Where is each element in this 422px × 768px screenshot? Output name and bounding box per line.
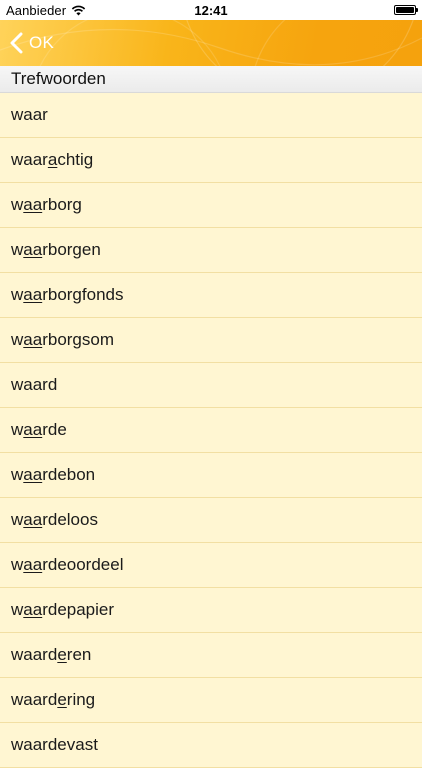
word-list-item[interactable]: waard: [0, 363, 422, 408]
stress-mark: a: [47, 150, 58, 169]
word-label: waarderen: [11, 645, 92, 664]
stress-mark: aa: [23, 240, 43, 259]
word-list-item[interactable]: waarborgen: [0, 228, 422, 273]
word-label: waardepapier: [11, 600, 115, 619]
word-list-item[interactable]: waarborgfonds: [0, 273, 422, 318]
word-label: waard: [11, 375, 58, 394]
stress-mark: aa: [23, 600, 43, 619]
word-list-item[interactable]: waarderen: [0, 633, 422, 678]
word-list-item[interactable]: waar: [0, 93, 422, 138]
navigation-bar: OK: [0, 20, 422, 66]
word-label: waarborgsom: [11, 330, 115, 349]
word-list-item[interactable]: waardepapier: [0, 588, 422, 633]
word-label: waar: [11, 105, 48, 124]
back-button-label: OK: [29, 33, 55, 52]
word-list-item[interactable]: waardeloos: [0, 498, 422, 543]
word-list: waar waarachtig waarborg waarborgen waarborg…: [0, 93, 422, 768]
battery-icon: [394, 5, 418, 15]
stress-mark: e: [57, 645, 67, 664]
word-label: waarachtig: [11, 150, 94, 169]
word-list-item[interactable]: waardebon: [0, 453, 422, 498]
word-label: waardeoordeel: [11, 555, 124, 574]
stress-mark: aa: [23, 195, 43, 214]
stress-mark: aa: [23, 330, 43, 349]
word-label: waardebon: [11, 465, 96, 484]
word-label: waardevast: [11, 735, 98, 754]
word-label: waardeloos: [11, 510, 98, 529]
stress-mark: aa: [23, 465, 43, 484]
battery-level: [396, 7, 414, 13]
section-header: Trefwoorden: [0, 66, 422, 93]
word-list-item[interactable]: waardeoordeel: [0, 543, 422, 588]
word-list-item[interactable]: waarborgsom: [0, 318, 422, 363]
status-bar: Aanbieder 12:41: [0, 0, 422, 20]
nav-background-pattern: [0, 20, 422, 66]
stress-mark: e: [57, 690, 67, 709]
word-label: waarde: [11, 420, 67, 439]
stress-mark: aa: [23, 420, 43, 439]
word-list-item[interactable]: waarborg: [0, 183, 422, 228]
word-label: waarborgen: [11, 240, 101, 259]
word-label: waarborg: [11, 195, 82, 214]
stress-mark: aa: [23, 285, 43, 304]
word-list-item[interactable]: waarachtig: [0, 138, 422, 183]
stress-mark: aa: [23, 555, 43, 574]
word-list-item[interactable]: waardevast: [0, 723, 422, 768]
word-list-item[interactable]: waarde: [0, 408, 422, 453]
back-button[interactable]: OK: [10, 20, 54, 66]
word-label: waarborgfonds: [11, 285, 124, 304]
chevron-left-icon: [10, 32, 23, 54]
status-time: 12:41: [194, 3, 228, 18]
word-list-item[interactable]: waardering: [0, 678, 422, 723]
word-label: waardering: [11, 690, 96, 709]
stress-mark: aa: [23, 510, 43, 529]
